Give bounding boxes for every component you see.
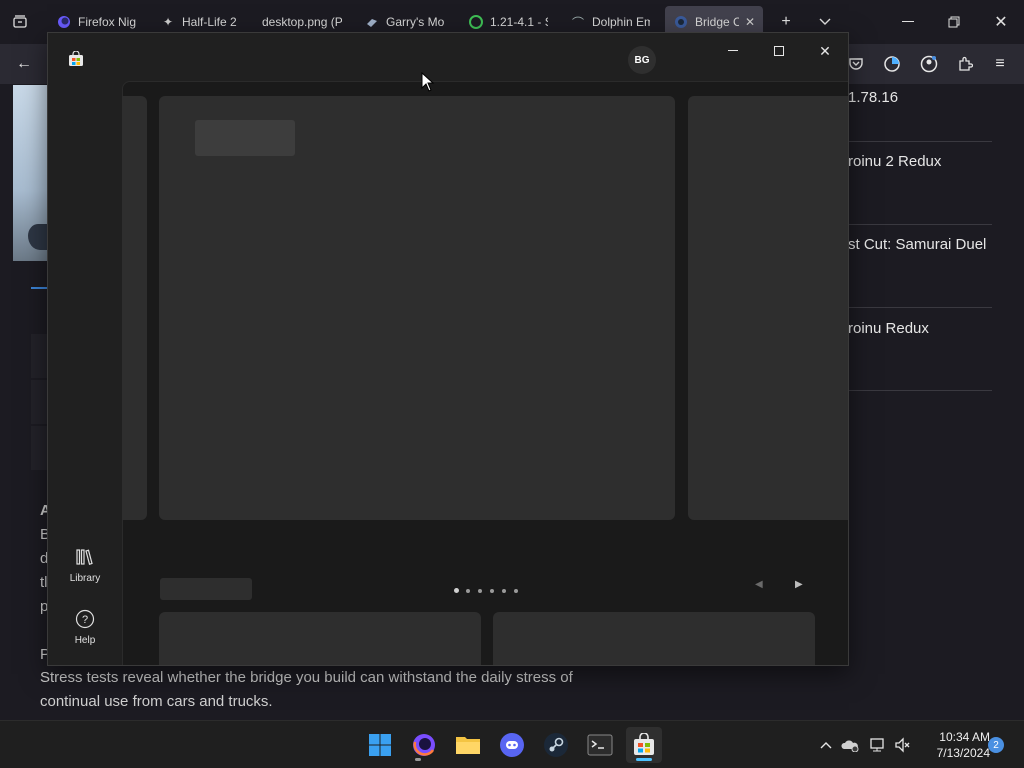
extensions-icon[interactable] — [953, 52, 977, 76]
list-divider — [848, 390, 992, 391]
back-icon[interactable]: ← — [12, 52, 36, 76]
list-tabs-icon[interactable] — [813, 10, 837, 34]
tab-title: 1.21-4.1 - S — [490, 15, 548, 29]
store-content: ◀ ▶ — [122, 81, 848, 665]
onedrive-icon[interactable] — [840, 735, 860, 755]
steam-icon — [673, 14, 689, 30]
nav-library[interactable]: Library — [48, 545, 122, 584]
account-icon[interactable] — [917, 52, 941, 76]
related-game-link[interactable]: roinu Redux — [848, 320, 992, 337]
avatar[interactable]: BG — [628, 46, 656, 74]
carousel-dot[interactable] — [478, 589, 482, 593]
carousel-next-card[interactable] — [688, 96, 848, 520]
firefox-icon — [56, 14, 72, 30]
running-indicator — [415, 758, 421, 761]
steam-icon[interactable] — [538, 727, 574, 763]
store-maximize-icon[interactable] — [764, 39, 794, 63]
store-logo-icon — [68, 50, 84, 67]
tab-title: Bridge C — [695, 15, 739, 29]
display-icon[interactable] — [868, 735, 888, 755]
nav-library-label: Library — [69, 573, 101, 584]
list-divider — [848, 224, 992, 225]
file-explorer-icon[interactable] — [450, 727, 486, 763]
card-title-placeholder — [195, 120, 295, 156]
close-window-icon[interactable]: ✕ — [989, 10, 1013, 34]
clock-date: 7/13/2024 — [936, 746, 990, 760]
section-title-placeholder — [160, 578, 252, 600]
clock[interactable]: 10:34 AM 7/13/2024 — [920, 729, 990, 761]
steam-icon — [364, 14, 380, 30]
help-icon: ? — [73, 607, 97, 631]
carousel-prev-card[interactable] — [122, 96, 147, 520]
scroll-left-icon[interactable]: ◀ — [755, 579, 763, 590]
firefox-icon[interactable] — [406, 727, 442, 763]
active-indicator — [636, 758, 652, 761]
library-icon — [73, 545, 97, 569]
notification-badge[interactable]: 2 — [988, 737, 1004, 753]
carousel-dot[interactable] — [466, 589, 470, 593]
green-logo-icon — [468, 14, 484, 30]
store-window: BG ✕ Library ? Help ◀ ▶ — [47, 32, 849, 666]
carousel-main-card[interactable] — [159, 96, 675, 520]
tab-title: Half-Life 2 — [182, 15, 237, 29]
volume-muted-icon[interactable] — [893, 735, 913, 755]
new-tab-icon[interactable]: + — [774, 10, 798, 34]
tab-title: desktop.png (P — [262, 15, 342, 29]
store-close-icon[interactable]: ✕ — [810, 39, 840, 63]
store-title-bar[interactable]: BG ✕ — [48, 33, 848, 81]
tab-title: Dolphin Em — [592, 15, 650, 29]
list-divider — [848, 307, 992, 308]
taskbar: 10:34 AM 7/13/2024 2 — [0, 720, 1024, 768]
version-text: 1.78.16 — [848, 89, 899, 106]
store-icon[interactable] — [626, 727, 662, 763]
minimize-icon[interactable] — [896, 10, 920, 34]
nav-help-label: Help — [74, 635, 96, 646]
scroll-right-icon[interactable]: ▶ — [795, 579, 803, 590]
carousel-dot[interactable] — [514, 589, 518, 593]
related-game-link[interactable]: st Cut: Samurai Duel — [848, 236, 992, 253]
tab-overview-icon[interactable] — [8, 10, 32, 34]
tile-placeholder[interactable] — [493, 612, 815, 665]
extension-circle-icon[interactable] — [880, 52, 904, 76]
svg-text:?: ? — [82, 614, 88, 626]
halflife-icon: ✦ — [162, 15, 174, 29]
related-game-link[interactable]: roinu 2 Redux — [848, 153, 992, 170]
carousel-dot[interactable] — [490, 589, 494, 593]
restore-icon[interactable] — [942, 10, 966, 34]
close-tab-icon[interactable]: ✕ — [745, 15, 755, 29]
start-icon[interactable] — [362, 727, 398, 763]
terminal-icon[interactable] — [582, 727, 618, 763]
discord-icon[interactable] — [494, 727, 530, 763]
dolphin-icon: ⌒ — [571, 15, 584, 30]
carousel-dot[interactable] — [502, 589, 506, 593]
carousel-dot-active[interactable] — [454, 588, 459, 593]
nav-help[interactable]: ? Help — [48, 607, 122, 646]
paragraph-line: continual use from cars and trucks. — [40, 693, 273, 710]
clock-time: 10:34 AM — [939, 730, 990, 744]
list-divider — [848, 141, 992, 142]
show-hidden-icons-icon[interactable] — [816, 735, 836, 755]
paragraph-line: Stress tests reveal whether the bridge y… — [40, 669, 573, 686]
store-minimize-icon[interactable] — [718, 39, 748, 63]
tab-title: Firefox Nig — [78, 15, 136, 29]
mouse-cursor-icon — [421, 72, 435, 92]
tile-placeholder[interactable] — [159, 612, 481, 665]
menu-icon[interactable]: ≡ — [988, 52, 1012, 76]
tab-title: Garry's Mo — [386, 15, 444, 29]
